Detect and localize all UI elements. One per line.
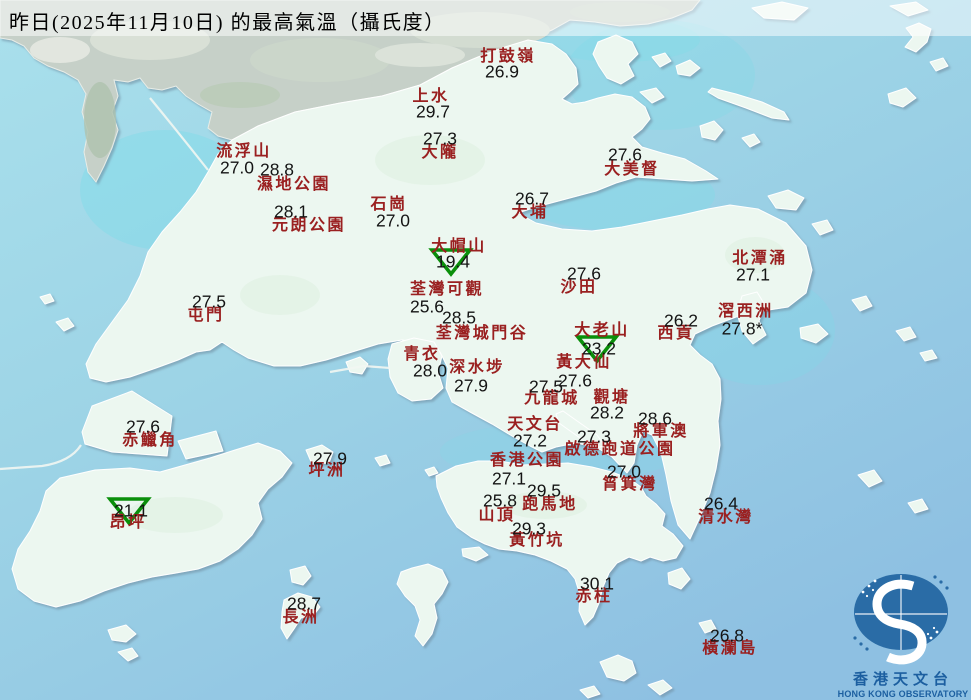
station-value: 29.7 [415, 101, 451, 122]
station-value: 27.1 [735, 264, 771, 285]
station-value: 27.1 [491, 468, 527, 489]
station-value: 27.6 [566, 263, 602, 284]
station-value: 27.6 [557, 370, 593, 391]
station-value: 29.3 [511, 518, 547, 539]
station-value: 27.5 [191, 291, 227, 312]
station-value: 30.1 [579, 573, 615, 594]
station-value: 19.4 [435, 251, 471, 272]
station-value: 26.9 [484, 61, 520, 82]
station-value: 27.6 [125, 416, 161, 437]
station-value: 28.2 [589, 402, 625, 423]
station-name-label: 山頂 [478, 507, 516, 524]
station-value: 25.8 [482, 490, 518, 511]
station-name-label: 濕地公園 [256, 176, 332, 193]
stations-layer: 26.9 打鼓嶺 29.7 上水 27.3 大隴 27.0 流浮山 28.8 濕地公園 28.1 元朗… [0, 0, 971, 700]
station-value: 27.3 [422, 128, 458, 149]
station-value: 28.0 [412, 360, 448, 381]
station-value: 28.6 [637, 408, 673, 429]
station-value: 27.0 [375, 210, 411, 231]
station-value: 21.1 [113, 500, 149, 521]
station-value: 27.3 [576, 426, 612, 447]
station-value: 26.7 [514, 188, 550, 209]
station-value: 28.7 [286, 593, 322, 614]
station-value: 27.5 [528, 376, 564, 397]
hko-logo-english-name: HONG KONG OBSERVATORY [837, 688, 969, 699]
station-value: 26.2 [663, 310, 699, 331]
station-value: 26.4 [703, 493, 739, 514]
station-value: 25.6 [409, 296, 445, 317]
station-value: 27.0 [219, 157, 255, 178]
station-value: 28.5 [441, 307, 477, 328]
station-value: 26.8 [709, 625, 745, 646]
station-value: 28.8 [259, 159, 295, 180]
station-name-label: 大老山 [574, 322, 630, 339]
station-value: 23.2 [581, 338, 617, 359]
station-name-label: 深水埗 [449, 359, 505, 376]
station-name-label: 荃灣城門谷 [435, 325, 529, 342]
hko-logo-chinese-name: 香港天文台 [852, 671, 953, 688]
station-value: 29.5 [526, 480, 562, 501]
station-value: 27.2 [512, 430, 548, 451]
station-name-label: 香港公園 [489, 452, 565, 469]
hko-logo: 香港天文台 HONG KONG OBSERVATORY [837, 562, 969, 699]
station-value: 27.9 [312, 448, 348, 469]
hko-logo-icon [853, 574, 949, 665]
station-value: 27.8* [721, 318, 763, 339]
station-value: 27.6 [607, 144, 643, 165]
station-value: 27.0 [606, 461, 642, 482]
station-value: 27.9 [453, 375, 489, 396]
station-value: 28.1 [273, 201, 309, 222]
hko-max-temp-map: 昨日(2025年11月10日) 的最高氣溫（攝氏度） 26.9 打鼓嶺 29.7 上水… [0, 0, 971, 700]
station-name-label: 大美督 [604, 161, 660, 178]
